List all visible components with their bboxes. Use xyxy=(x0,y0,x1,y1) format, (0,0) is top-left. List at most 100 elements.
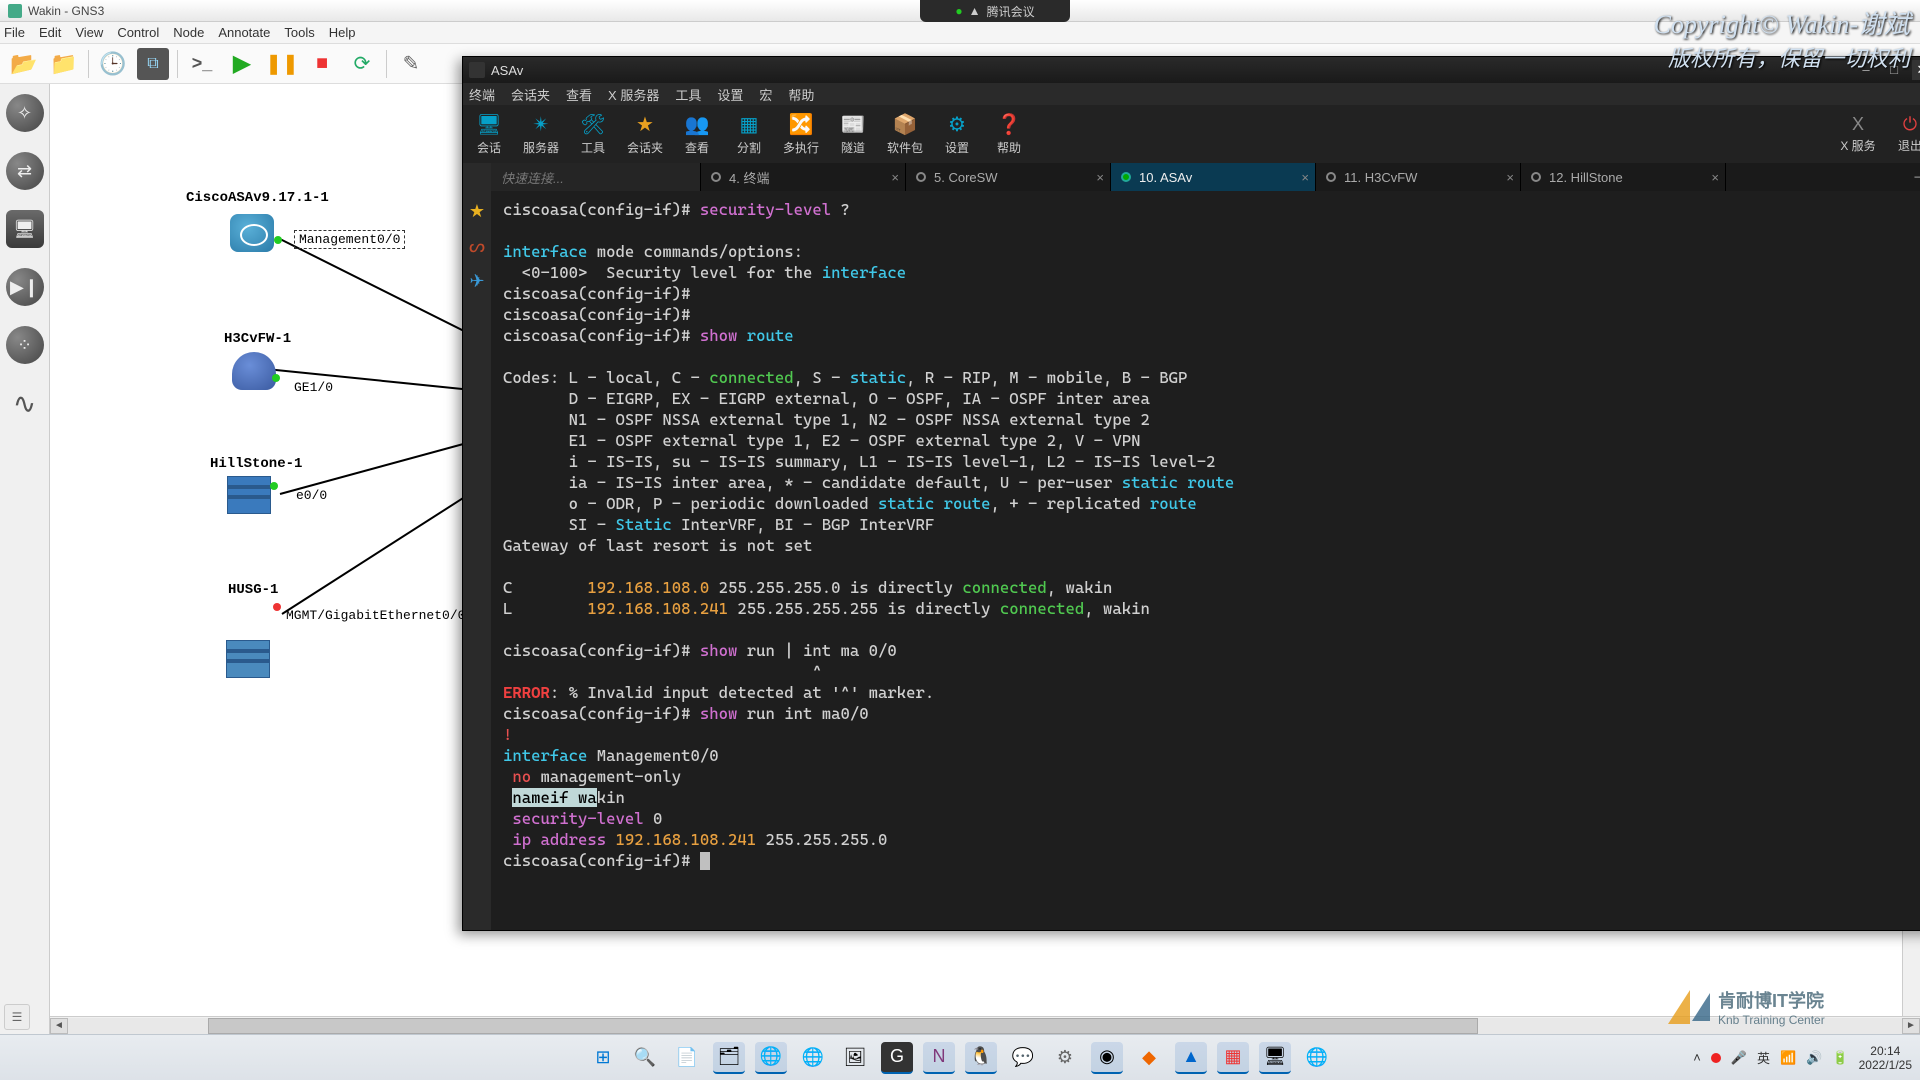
scroll-left-icon[interactable]: ◄ xyxy=(50,1018,68,1034)
close-icon[interactable]: × xyxy=(1711,170,1719,185)
tab-coresw[interactable]: 5. CoreSW× xyxy=(906,163,1111,191)
enddevice-category-icon[interactable]: 🖥 xyxy=(6,210,44,248)
term-menu-sessions[interactable]: 会话夹 xyxy=(511,85,550,104)
asa-node-icon[interactable] xyxy=(230,214,274,252)
quick-star-icon[interactable] xyxy=(463,163,491,191)
search-icon[interactable]: 🔍 xyxy=(629,1042,661,1074)
quick-connect-input[interactable]: 快速连接... xyxy=(491,163,701,191)
browser-icon[interactable]: 🌐 xyxy=(797,1042,829,1074)
toolbtn-packages[interactable]: 📦软件包 xyxy=(879,108,931,160)
show-hostnames-button[interactable]: ⧉ xyxy=(137,48,169,80)
term-menu-terminal[interactable]: 终端 xyxy=(469,85,495,104)
close-icon[interactable]: × xyxy=(1506,170,1514,185)
menu-help[interactable]: Help xyxy=(329,25,356,40)
asa-node-label: CiscoASAv9.17.1-1 xyxy=(186,190,329,206)
switch-category-icon[interactable]: ⇄ xyxy=(6,152,44,190)
toolbtn-session[interactable]: 🖥会话 xyxy=(463,108,515,160)
ime-indicator[interactable]: 英 xyxy=(1757,1048,1770,1067)
pause-button[interactable]: ❚❚ xyxy=(266,48,298,80)
toolbtn-view[interactable]: 👥查看 xyxy=(671,108,723,160)
menu-file[interactable]: File xyxy=(4,25,25,40)
toolbtn-exit[interactable]: ⏻退出 xyxy=(1884,114,1920,154)
menu-edit[interactable]: Edit xyxy=(39,25,61,40)
terminal-output[interactable]: ciscoasa(config-if)# security-level ? in… xyxy=(491,191,1920,930)
reload-button[interactable]: ⟳ xyxy=(346,48,378,80)
notepad-icon[interactable]: 📄 xyxy=(671,1042,703,1074)
gns3-taskbar-icon[interactable]: G xyxy=(881,1042,913,1074)
obs-icon[interactable]: ◉ xyxy=(1091,1042,1123,1074)
start-button[interactable]: ⊞ xyxy=(587,1042,619,1074)
onenote-icon[interactable]: N xyxy=(923,1042,955,1074)
router-category-icon[interactable]: ✧ xyxy=(6,94,44,132)
explorer-icon[interactable]: 🗂 xyxy=(713,1042,745,1074)
settings-icon[interactable]: ⚙ xyxy=(1049,1042,1081,1074)
snapshot-button[interactable]: 🕒 xyxy=(97,48,129,80)
wifi-icon[interactable]: 📶 xyxy=(1780,1050,1796,1066)
meeting-indicator[interactable]: ●▲ 腾讯会议 xyxy=(920,0,1070,22)
term-menu-macro[interactable]: 宏 xyxy=(759,85,772,104)
tab-terminal[interactable]: 4. 终端× xyxy=(701,163,906,191)
close-button[interactable]: ✕ xyxy=(1912,60,1920,80)
term-menu-view[interactable]: 查看 xyxy=(566,85,592,104)
tray-chevron-icon[interactable]: ˄ xyxy=(1693,1050,1701,1065)
annotate-button[interactable]: ✎ xyxy=(395,48,427,80)
open-project-button[interactable]: 📁 xyxy=(48,48,80,80)
edge-icon[interactable]: 🌐 xyxy=(755,1042,787,1074)
canvas-hscroll[interactable]: ◄ ► xyxy=(50,1016,1920,1034)
bottom-panel-toggle[interactable]: ☰ xyxy=(4,1004,30,1030)
menu-tools[interactable]: Tools xyxy=(284,25,314,40)
console-button[interactable]: >_ xyxy=(186,48,218,80)
tab-h3cvfw[interactable]: 11. H3CvFW× xyxy=(1316,163,1521,191)
toolbtn-multiexec[interactable]: 🔀多执行 xyxy=(775,108,827,160)
toolbtn-server[interactable]: ✴服务器 xyxy=(515,108,567,160)
stop-button[interactable]: ■ xyxy=(306,48,338,80)
link-tool-icon[interactable]: ∿ xyxy=(6,384,44,422)
toolbtn-split[interactable]: ▦分割 xyxy=(723,108,775,160)
husg-node-icon[interactable] xyxy=(226,640,270,678)
toolbtn-xservice[interactable]: XX 服务 xyxy=(1832,114,1884,154)
globe-icon[interactable]: 🌐 xyxy=(1301,1042,1333,1074)
scroll-right-icon[interactable]: ► xyxy=(1902,1018,1920,1034)
tab-asav[interactable]: 10. ASAv× xyxy=(1111,163,1316,191)
macro-icon[interactable]: ᔕ xyxy=(469,236,485,257)
toolbtn-settings[interactable]: ⚙设置 xyxy=(931,108,983,160)
microphone-icon[interactable]: 🎤 xyxy=(1731,1050,1747,1066)
menu-annotate[interactable]: Annotate xyxy=(218,25,270,40)
term-menu-tools[interactable]: 工具 xyxy=(675,85,701,104)
image-icon[interactable]: 🖼 xyxy=(839,1042,871,1074)
term-menu-help[interactable]: 帮助 xyxy=(788,85,814,104)
scroll-thumb[interactable] xyxy=(208,1018,1478,1034)
close-icon[interactable]: × xyxy=(1301,170,1309,185)
h3c-node-icon[interactable] xyxy=(232,352,276,390)
app-icon[interactable]: ◆ xyxy=(1133,1042,1165,1074)
sftp-icon[interactable]: ✈ xyxy=(469,271,484,292)
close-icon[interactable]: × xyxy=(891,170,899,185)
recording-indicator-icon[interactable] xyxy=(1711,1053,1721,1063)
toolbtn-tunnel[interactable]: 📰隧道 xyxy=(827,108,879,160)
taskbar-clock[interactable]: 20:142022/1/25 xyxy=(1859,1044,1912,1072)
all-category-icon[interactable]: ⁘ xyxy=(6,326,44,364)
wechat-icon[interactable]: 💬 xyxy=(1007,1042,1039,1074)
volume-icon[interactable]: 🔊 xyxy=(1806,1050,1822,1066)
meeting-taskbar-icon[interactable]: ▲ xyxy=(1175,1042,1207,1074)
close-icon[interactable]: × xyxy=(1096,170,1104,185)
toolbtn-tools[interactable]: 🛠工具 xyxy=(567,108,619,160)
toolbtn-sessions-folder[interactable]: ★会话夹 xyxy=(619,108,671,160)
new-tab-button[interactable]: ＋ xyxy=(1906,163,1920,191)
tab-hillstone[interactable]: 12. HillStone× xyxy=(1521,163,1726,191)
mobaxterm-taskbar-icon[interactable]: 🐧 xyxy=(965,1042,997,1074)
favorites-icon[interactable]: ★ xyxy=(469,201,485,222)
open-button[interactable]: 📂 xyxy=(8,48,40,80)
toolbtn-help[interactable]: ❓帮助 xyxy=(983,108,1035,160)
menu-node[interactable]: Node xyxy=(173,25,204,40)
security-category-icon[interactable]: ▶❙ xyxy=(6,268,44,306)
menu-control[interactable]: Control xyxy=(117,25,159,40)
app2-icon[interactable]: 🖥 xyxy=(1259,1042,1291,1074)
battery-icon[interactable]: 🔋 xyxy=(1832,1050,1848,1066)
hillstone-node-icon[interactable] xyxy=(227,476,271,514)
term-menu-settings[interactable]: 设置 xyxy=(717,85,743,104)
menu-view[interactable]: View xyxy=(75,25,103,40)
pdf-icon[interactable]: ▦ xyxy=(1217,1042,1249,1074)
start-button[interactable]: ▶ xyxy=(226,48,258,80)
term-menu-xserver[interactable]: X 服务器 xyxy=(608,85,659,104)
